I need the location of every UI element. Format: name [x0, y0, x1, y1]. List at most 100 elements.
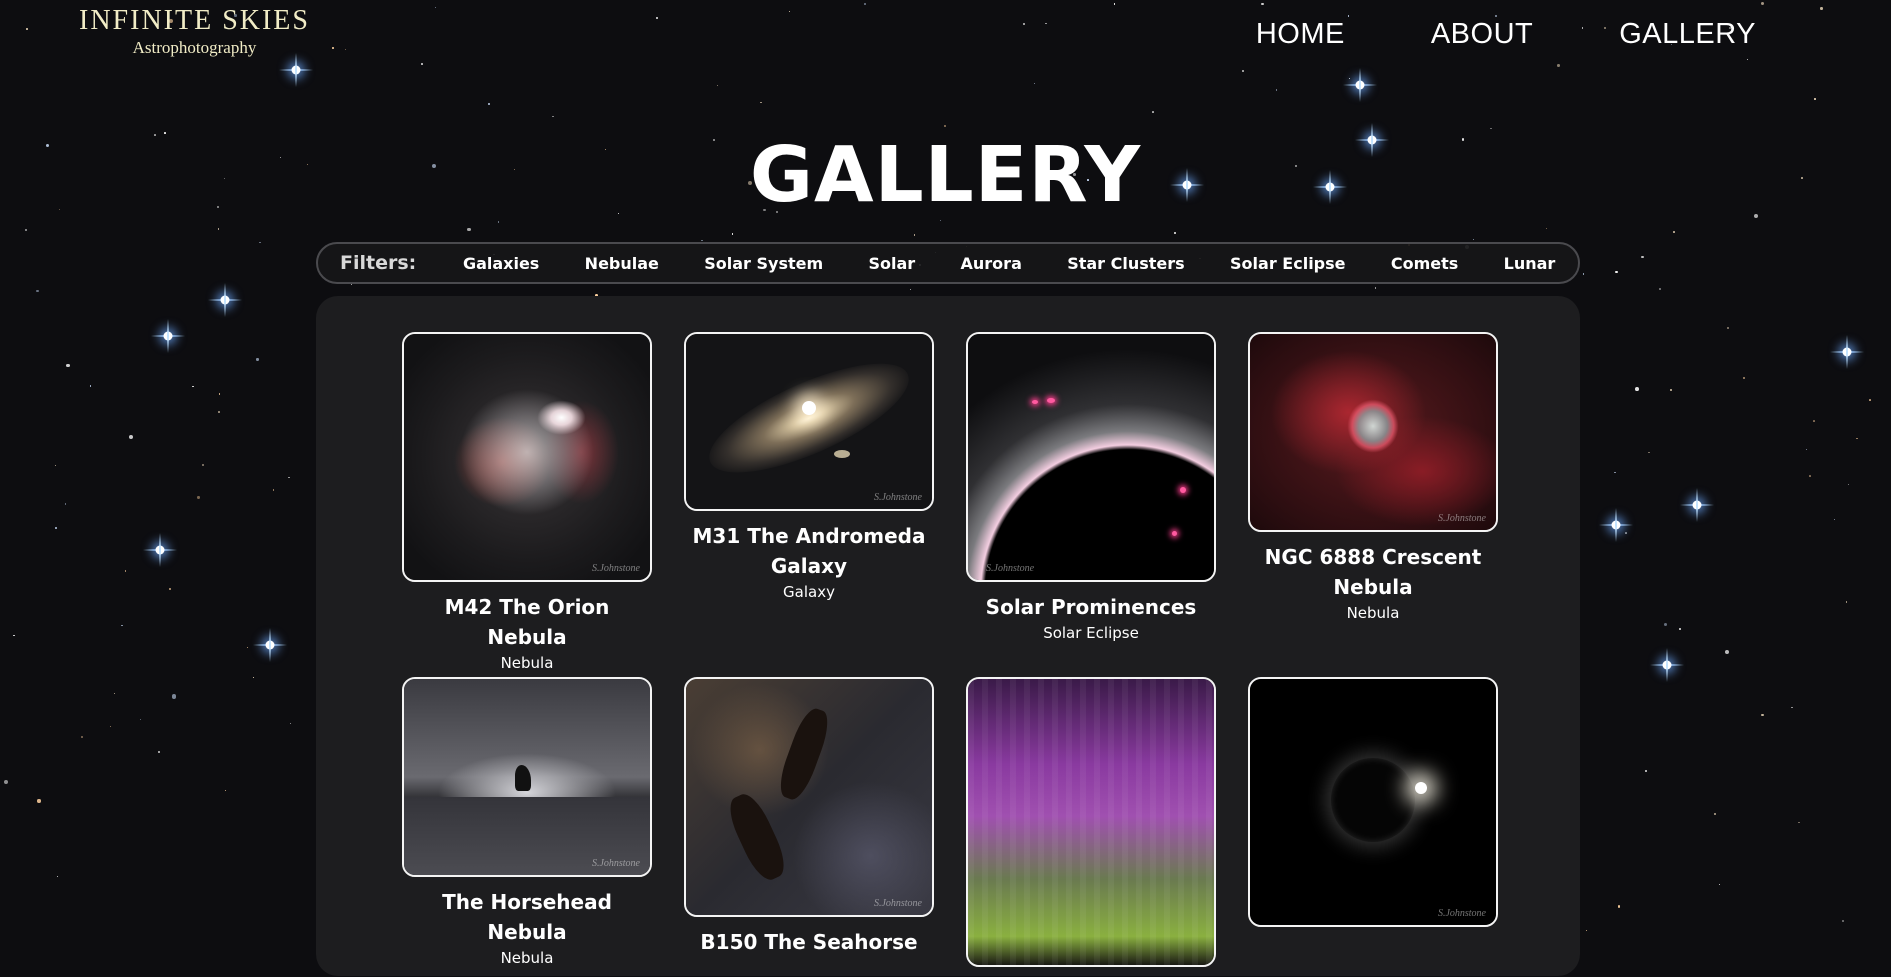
card-category: Nebula — [500, 654, 554, 672]
gallery-card[interactable] — [966, 677, 1216, 977]
filter-star-clusters[interactable]: Star Clusters — [1067, 254, 1184, 273]
card-title[interactable]: Solar Prominences — [966, 592, 1216, 622]
gallery-thumbnail[interactable]: S.Johnstone — [684, 677, 934, 917]
filter-galaxies[interactable]: Galaxies — [463, 254, 539, 273]
photo-signature: S.Johnstone — [873, 898, 922, 909]
filter-solar[interactable]: Solar — [868, 254, 915, 273]
bright-star — [253, 628, 287, 662]
site-header: INFINITE SKIES Astrophotography HOME ABO… — [0, 0, 1891, 80]
star — [66, 363, 70, 368]
andromeda-galaxy-image — [686, 334, 932, 509]
star — [121, 624, 123, 627]
nav-home-link[interactable]: HOME — [1256, 18, 1345, 51]
gallery-card[interactable]: S.Johnstone The Horsehead Nebula Nebula — [402, 677, 652, 967]
bright-star — [1830, 335, 1864, 369]
star — [201, 464, 205, 467]
filter-lunar[interactable]: Lunar — [1504, 254, 1556, 273]
photo-signature: S.Johnstone — [986, 563, 1035, 574]
star — [217, 228, 220, 230]
photo-signature: S.Johnstone — [591, 563, 640, 574]
gallery-thumbnail[interactable] — [966, 677, 1216, 967]
site-logo[interactable]: INFINITE SKIES Astrophotography — [52, 6, 337, 58]
gallery-card[interactable]: S.Johnstone — [1248, 677, 1498, 937]
star — [1033, 83, 1036, 85]
page-title: GALLERY — [749, 131, 1142, 220]
star — [37, 799, 41, 803]
gallery-thumbnail[interactable]: S.Johnstone — [966, 332, 1216, 582]
card-title[interactable]: NGC 6888 Crescent Nebula — [1248, 542, 1498, 602]
gallery-card[interactable]: S.Johnstone B150 The Seahorse — [684, 677, 934, 959]
gallery-thumbnail[interactable]: S.Johnstone — [1248, 677, 1498, 927]
star — [1869, 399, 1871, 402]
filter-aurora[interactable]: Aurora — [961, 254, 1022, 273]
filter-nebulae[interactable]: Nebulae — [585, 254, 659, 273]
filter-solar-system[interactable]: Solar System — [704, 254, 823, 273]
star — [731, 233, 734, 235]
star — [192, 385, 194, 388]
star — [1545, 227, 1548, 229]
star — [1678, 628, 1681, 631]
star — [252, 676, 254, 679]
card-title[interactable]: B150 The Seahorse — [684, 927, 934, 957]
card-category: Nebula — [500, 949, 554, 967]
filter-comets[interactable]: Comets — [1391, 254, 1458, 273]
star — [139, 719, 142, 721]
card-title[interactable]: The Horsehead Nebula — [402, 887, 652, 947]
star — [1814, 98, 1817, 100]
card-title[interactable]: M31 The Andromeda Galaxy — [684, 521, 934, 581]
gallery-card[interactable]: S.Johnstone NGC 6888 Crescent Nebula Neb… — [1248, 332, 1498, 622]
photo-signature: S.Johnstone — [1437, 908, 1486, 919]
star — [1845, 601, 1847, 603]
star — [910, 288, 912, 291]
star — [1856, 437, 1858, 440]
horsehead-nebula-image — [404, 679, 650, 875]
nav-gallery-link[interactable]: GALLERY — [1619, 18, 1756, 51]
gallery-thumbnail[interactable]: S.Johnstone — [684, 332, 934, 511]
star — [197, 496, 200, 499]
logo-subtitle: Astrophotography — [132, 38, 257, 57]
gallery-card[interactable]: S.Johnstone M42 The Orion Nebula Nebula — [402, 332, 652, 672]
orion-nebula-image — [404, 334, 650, 580]
star — [1614, 472, 1616, 474]
gallery-thumbnail[interactable]: S.Johnstone — [402, 677, 652, 877]
star — [36, 289, 39, 293]
star — [1724, 649, 1729, 654]
star — [1673, 231, 1675, 234]
gallery-thumbnail[interactable]: S.Johnstone — [1248, 332, 1498, 532]
star — [1798, 821, 1801, 824]
bright-star — [208, 283, 242, 317]
star — [289, 722, 291, 725]
photo-signature: S.Johnstone — [591, 858, 640, 869]
filter-label: Filters: — [340, 252, 417, 274]
filter-list: Galaxies Nebulae Solar System Solar Auro… — [440, 254, 1578, 273]
star — [716, 84, 719, 87]
star — [1275, 89, 1278, 91]
star — [13, 634, 15, 636]
gallery-card[interactable]: S.Johnstone Solar Prominences Solar Ecli… — [966, 332, 1216, 642]
nav-about-link[interactable]: ABOUT — [1431, 18, 1533, 51]
logo-title: INFINITE SKIES — [79, 5, 310, 36]
star — [1841, 919, 1844, 922]
gallery-card[interactable]: S.Johnstone M31 The Andromeda Galaxy Gal… — [684, 332, 934, 601]
bright-star — [151, 319, 185, 353]
star — [1641, 256, 1644, 259]
filter-solar-eclipse[interactable]: Solar Eclipse — [1230, 254, 1345, 273]
star — [1151, 111, 1154, 114]
photo-signature: S.Johnstone — [873, 492, 922, 503]
star — [168, 587, 172, 591]
star — [1791, 706, 1793, 709]
bright-star — [1599, 508, 1633, 542]
card-title[interactable]: M42 The Orion Nebula — [402, 592, 652, 652]
star — [1615, 270, 1618, 273]
star — [1374, 286, 1377, 289]
star — [109, 725, 111, 727]
star — [3, 779, 8, 785]
star — [760, 101, 762, 104]
star — [1618, 905, 1621, 908]
star — [1809, 474, 1811, 477]
star — [943, 125, 946, 128]
star — [272, 489, 275, 491]
gallery-thumbnail[interactable]: S.Johnstone — [402, 332, 652, 582]
star — [1582, 273, 1585, 275]
bright-star — [1680, 488, 1714, 522]
